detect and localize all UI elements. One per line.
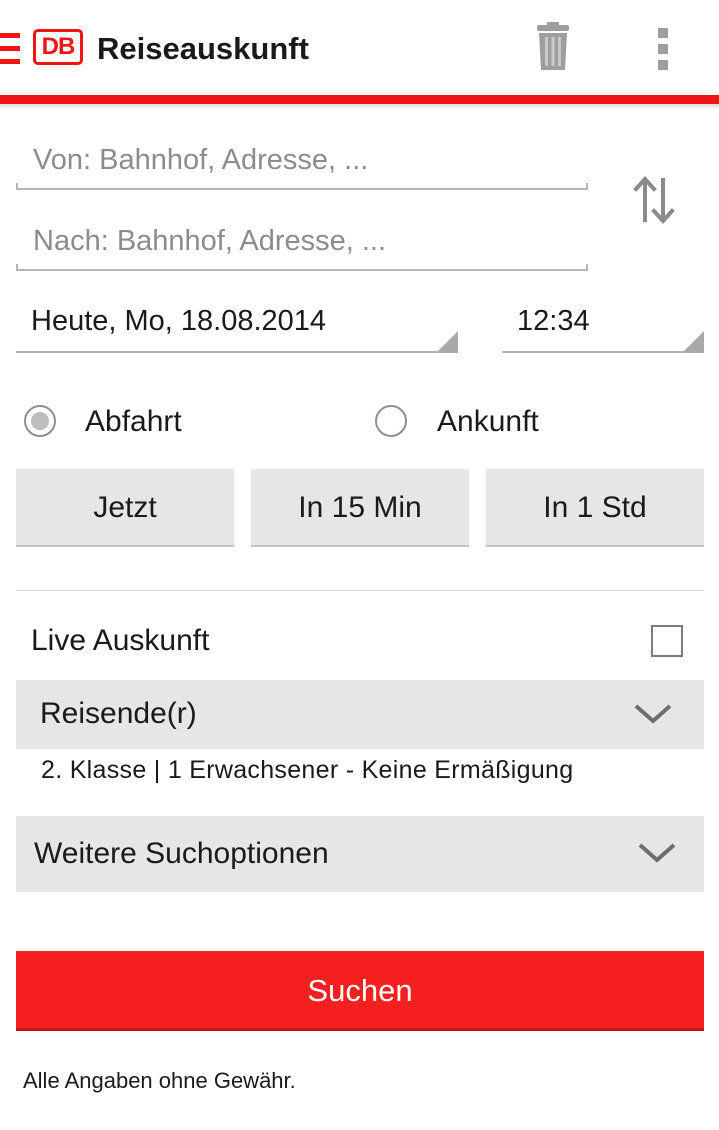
search-button[interactable]: Suchen [16, 951, 704, 1031]
chevron-down-icon [638, 843, 676, 863]
disclaimer-text: Alle Angaben ohne Gewähr. [23, 1068, 296, 1093]
dropdown-indicator-icon [682, 331, 704, 353]
date-spinner[interactable]: Heute, Mo, 18.08.2014 [16, 293, 458, 353]
now-button[interactable]: Jetzt [16, 469, 234, 547]
to-input[interactable]: Nach: Bahnhof, Adresse, ... [16, 211, 588, 271]
divider [16, 590, 704, 591]
more-options-label: Weitere Suchoptionen [34, 837, 329, 870]
in-1-hour-button[interactable]: In 1 Std [486, 469, 704, 547]
in-15-min-button[interactable]: In 15 Min [251, 469, 469, 547]
overflow-menu-icon[interactable] [656, 26, 670, 70]
arrival-label[interactable]: Ankunft [437, 405, 539, 439]
travellers-summary: 2. Klasse | 1 Erwachsener - Keine Ermäßi… [41, 756, 574, 784]
app-title: Reiseauskunft [97, 31, 309, 66]
arrival-radio[interactable] [375, 405, 407, 437]
from-input[interactable]: Von: Bahnhof, Adresse, ... [16, 130, 588, 190]
db-logo[interactable]: DB [33, 29, 83, 65]
live-info-label: Live Auskunft [31, 624, 210, 657]
more-options-section[interactable]: Weitere Suchoptionen [16, 816, 704, 892]
departure-label[interactable]: Abfahrt [85, 405, 182, 439]
dropdown-indicator-icon [436, 331, 458, 353]
header-shadow [0, 104, 719, 110]
chevron-down-icon [634, 704, 672, 724]
time-spinner[interactable]: 12:34 [502, 293, 704, 353]
date-value: Heute, Mo, 18.08.2014 [31, 305, 327, 337]
travellers-section[interactable]: Reisende(r) [16, 680, 704, 749]
header-accent-line [0, 95, 719, 104]
departure-radio[interactable] [24, 405, 56, 437]
menu-icon[interactable] [0, 33, 20, 65]
trash-icon[interactable] [533, 22, 573, 72]
from-placeholder: Von: Bahnhof, Adresse, ... [33, 144, 369, 176]
swap-stations-icon[interactable] [632, 172, 676, 228]
to-placeholder: Nach: Bahnhof, Adresse, ... [33, 225, 387, 257]
time-value: 12:34 [517, 305, 590, 337]
live-info-checkbox[interactable] [651, 625, 683, 657]
travellers-label: Reisende(r) [40, 697, 197, 730]
app-bar: DB Reiseauskunft [0, 0, 719, 95]
